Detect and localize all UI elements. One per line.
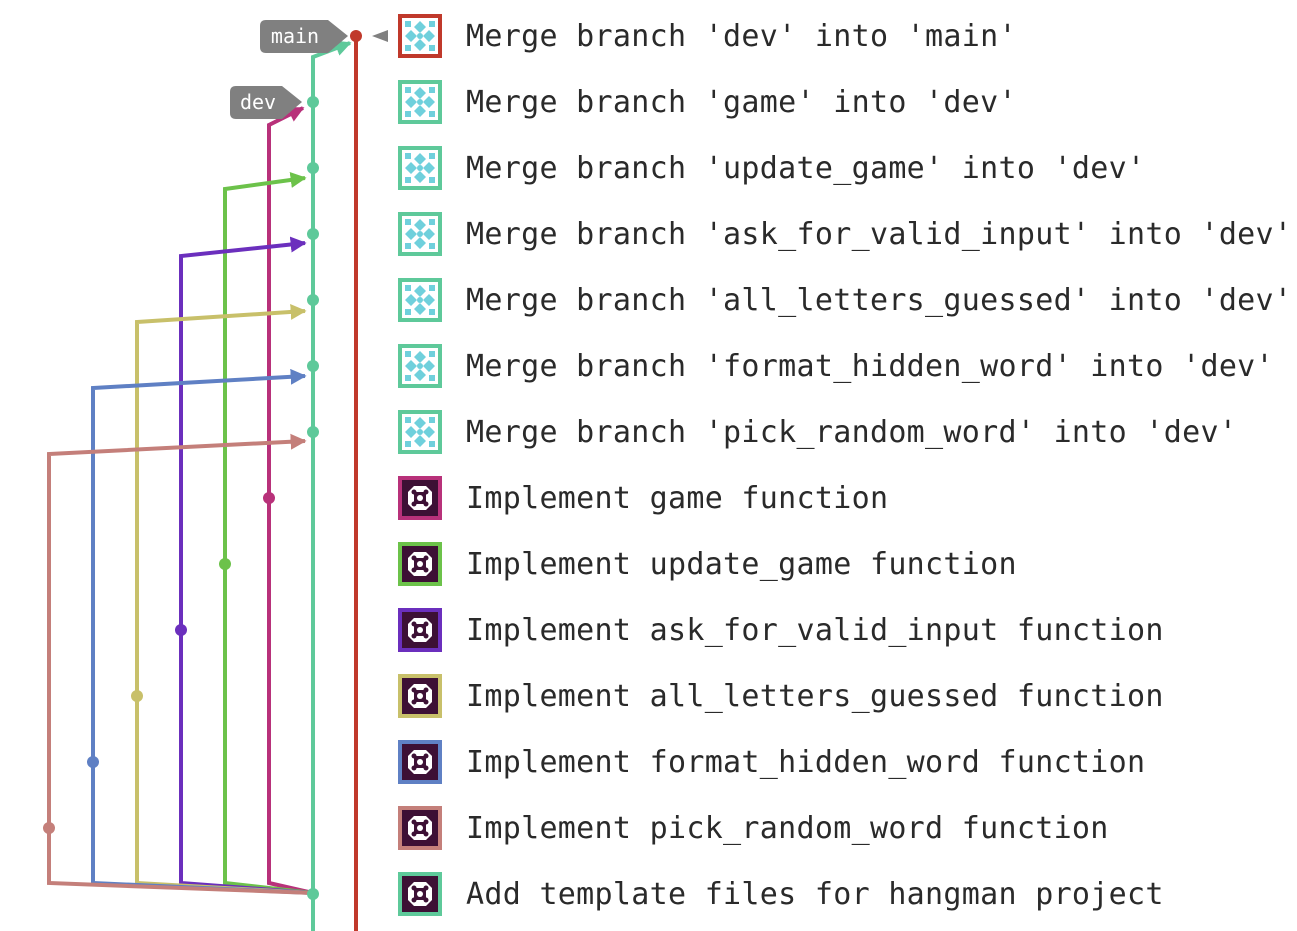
avatar [398,872,442,916]
commit-message: Add template files for hangman project [466,876,1164,912]
commit-row[interactable]: Implement pick_random_word function [398,803,1293,853]
avatar [398,80,442,124]
commit-node[interactable] [307,360,319,372]
commit-node[interactable] [307,162,319,174]
commit-row[interactable]: Implement update_game function [398,539,1293,589]
identicon-icon [402,84,438,120]
commit-message: Implement ask_for_valid_input function [466,612,1164,648]
branch-line-game [267,106,314,895]
branch-line-format-hidden-word [91,368,314,895]
commit-row[interactable]: Implement ask_for_valid_input function [398,605,1293,655]
identicon-icon [402,414,438,450]
avatar [398,278,442,322]
commit-node[interactable] [263,492,275,504]
avatar [398,806,442,850]
commit-node[interactable] [307,426,319,438]
commit-message: Merge branch 'update_game' into 'dev' [466,150,1146,186]
avatar [398,740,442,784]
commit-message: Implement all_letters_guessed function [466,678,1164,714]
avatar [398,542,442,586]
identicon-icon [402,150,438,186]
commit-node[interactable] [43,822,55,834]
commit-node[interactable] [175,624,187,636]
commit-row[interactable]: Merge branch 'format_hidden_word' into '… [398,341,1293,391]
commit-message: Implement pick_random_word function [466,810,1109,846]
commit-message: Implement format_hidden_word function [466,744,1146,780]
commit-row[interactable]: Merge branch 'pick_random_word' into 'de… [398,407,1293,457]
avatar [398,212,442,256]
head-pointer-icon [372,30,388,42]
commit-row[interactable]: Merge branch 'ask_for_valid_input' into … [398,209,1293,259]
commit-message: Implement game function [466,480,889,516]
identicon-icon [402,744,438,780]
svg-text:main: main [271,24,319,48]
commit-node[interactable] [350,30,362,42]
identicon-icon [402,216,438,252]
commit-node[interactable] [131,690,143,702]
commit-row[interactable]: Implement format_hidden_word function [398,737,1293,787]
svg-text:dev: dev [240,90,276,114]
identicon-icon [402,546,438,582]
commit-node[interactable] [219,558,231,570]
avatar [398,146,442,190]
identicon-icon [402,282,438,318]
branch-line-ask-for-valid-input [179,236,314,895]
avatar [398,410,442,454]
commit-message: Merge branch 'game' into 'dev' [466,84,1017,120]
avatar [398,344,442,388]
commit-node[interactable] [307,888,319,900]
identicon-icon [402,480,438,516]
commit-graph: main dev [43,20,388,931]
commit-message: Merge branch 'dev' into 'main' [466,18,1017,54]
identicon-icon [402,348,438,384]
identicon-icon [402,678,438,714]
avatar [398,476,442,520]
commit-row[interactable]: Implement all_letters_guessed function [398,671,1293,721]
commit-message: Merge branch 'format_hidden_word' into '… [466,348,1274,384]
commit-row[interactable]: Implement game function [398,473,1293,523]
commit-message: Merge branch 'pick_random_word' into 'de… [466,414,1238,450]
commit-node[interactable] [307,294,319,306]
commit-row[interactable]: Merge branch 'all_letters_guessed' into … [398,275,1293,325]
avatar [398,14,442,58]
commit-row[interactable]: Merge branch 'dev' into 'main' [398,11,1293,61]
commit-node[interactable] [87,756,99,768]
commit-message: Merge branch 'all_letters_guessed' into … [466,282,1293,318]
commit-row[interactable]: Add template files for hangman project [398,869,1293,919]
commit-message: Implement update_game function [466,546,1017,582]
identicon-icon [402,18,438,54]
avatar [398,608,442,652]
identicon-icon [402,810,438,846]
commit-row[interactable]: Merge branch 'update_game' into 'dev' [398,143,1293,193]
commit-node[interactable] [307,228,319,240]
commit-node[interactable] [307,96,319,108]
identicon-icon [402,876,438,912]
identicon-icon [402,612,438,648]
commit-message: Merge branch 'ask_for_valid_input' into … [466,216,1293,252]
avatar [398,674,442,718]
commit-row[interactable]: Merge branch 'game' into 'dev' [398,77,1293,127]
